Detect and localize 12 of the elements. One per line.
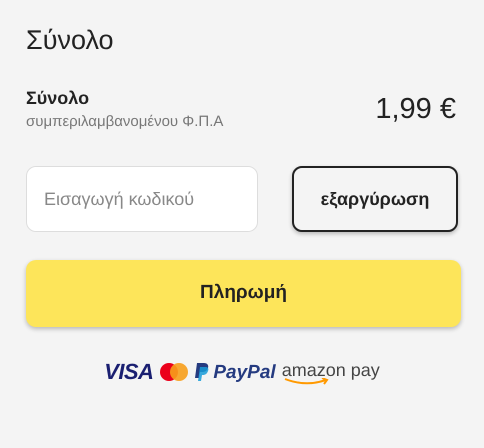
paypal-p-icon xyxy=(195,363,210,381)
coupon-field[interactable]: Εισαγωγή κωδικού xyxy=(26,166,258,232)
pay-button[interactable]: Πληρωμή xyxy=(26,260,461,327)
vat-note: συμπεριλαμβανομένου Φ.Π.Α xyxy=(26,112,224,132)
redeem-button[interactable]: εξαργύρωση xyxy=(292,166,458,232)
total-label: Σύνολο xyxy=(26,87,90,110)
amazon-pay-logo: amazon pay xyxy=(282,361,380,383)
total-price: 1,99 € xyxy=(375,92,456,128)
mastercard-logo xyxy=(159,362,190,382)
paypal-logo: PayPal xyxy=(213,362,276,382)
page-title: Σύνολο xyxy=(26,24,115,56)
visa-logo: VISA xyxy=(104,361,154,383)
